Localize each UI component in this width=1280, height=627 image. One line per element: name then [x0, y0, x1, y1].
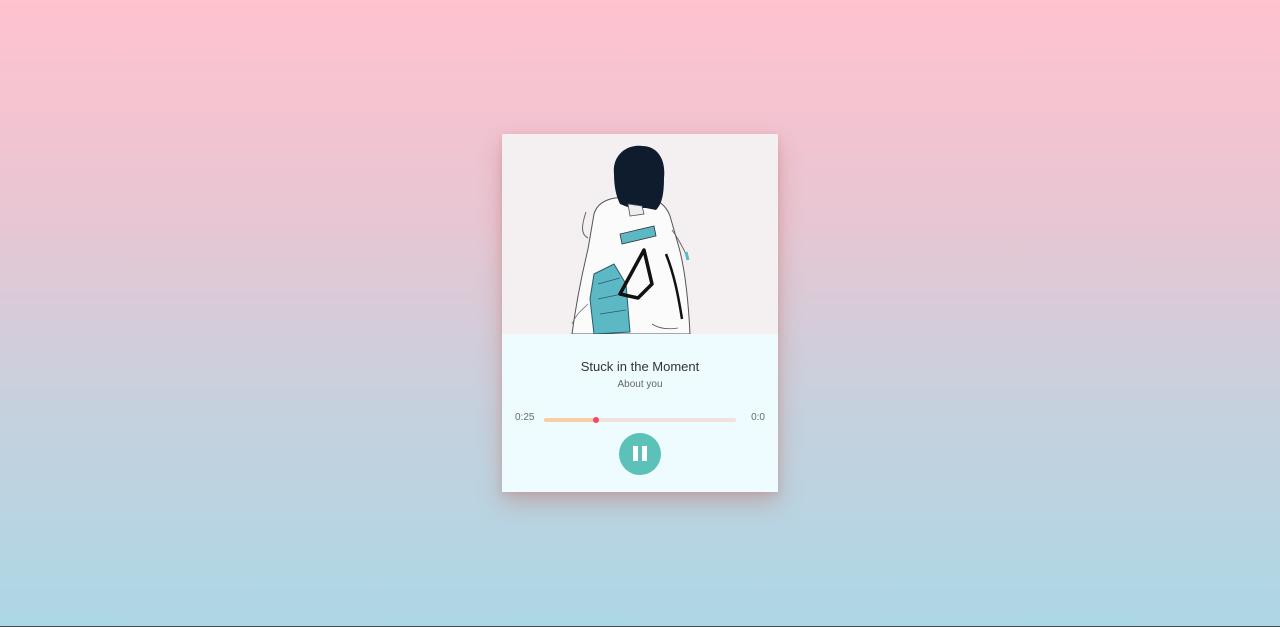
album-artwork-illustration — [502, 134, 778, 334]
song-title: Stuck in the Moment — [580, 359, 700, 374]
pause-button[interactable] — [619, 433, 661, 475]
current-time: 0:25 — [515, 412, 535, 423]
total-time: 0:0 — [751, 412, 765, 423]
music-player-card: Stuck in the Moment About you 0:25 0:0 — [502, 134, 778, 492]
progress-bar[interactable] — [544, 417, 736, 423]
player-info: Stuck in the Moment About you 0:25 0:0 — [502, 334, 778, 492]
pause-icon — [633, 446, 638, 461]
album-cover — [502, 134, 778, 334]
progress-fill — [544, 418, 596, 422]
progress-thumb[interactable] — [592, 417, 599, 423]
song-artist: About you — [617, 379, 663, 390]
pause-icon-bar — [642, 446, 647, 461]
